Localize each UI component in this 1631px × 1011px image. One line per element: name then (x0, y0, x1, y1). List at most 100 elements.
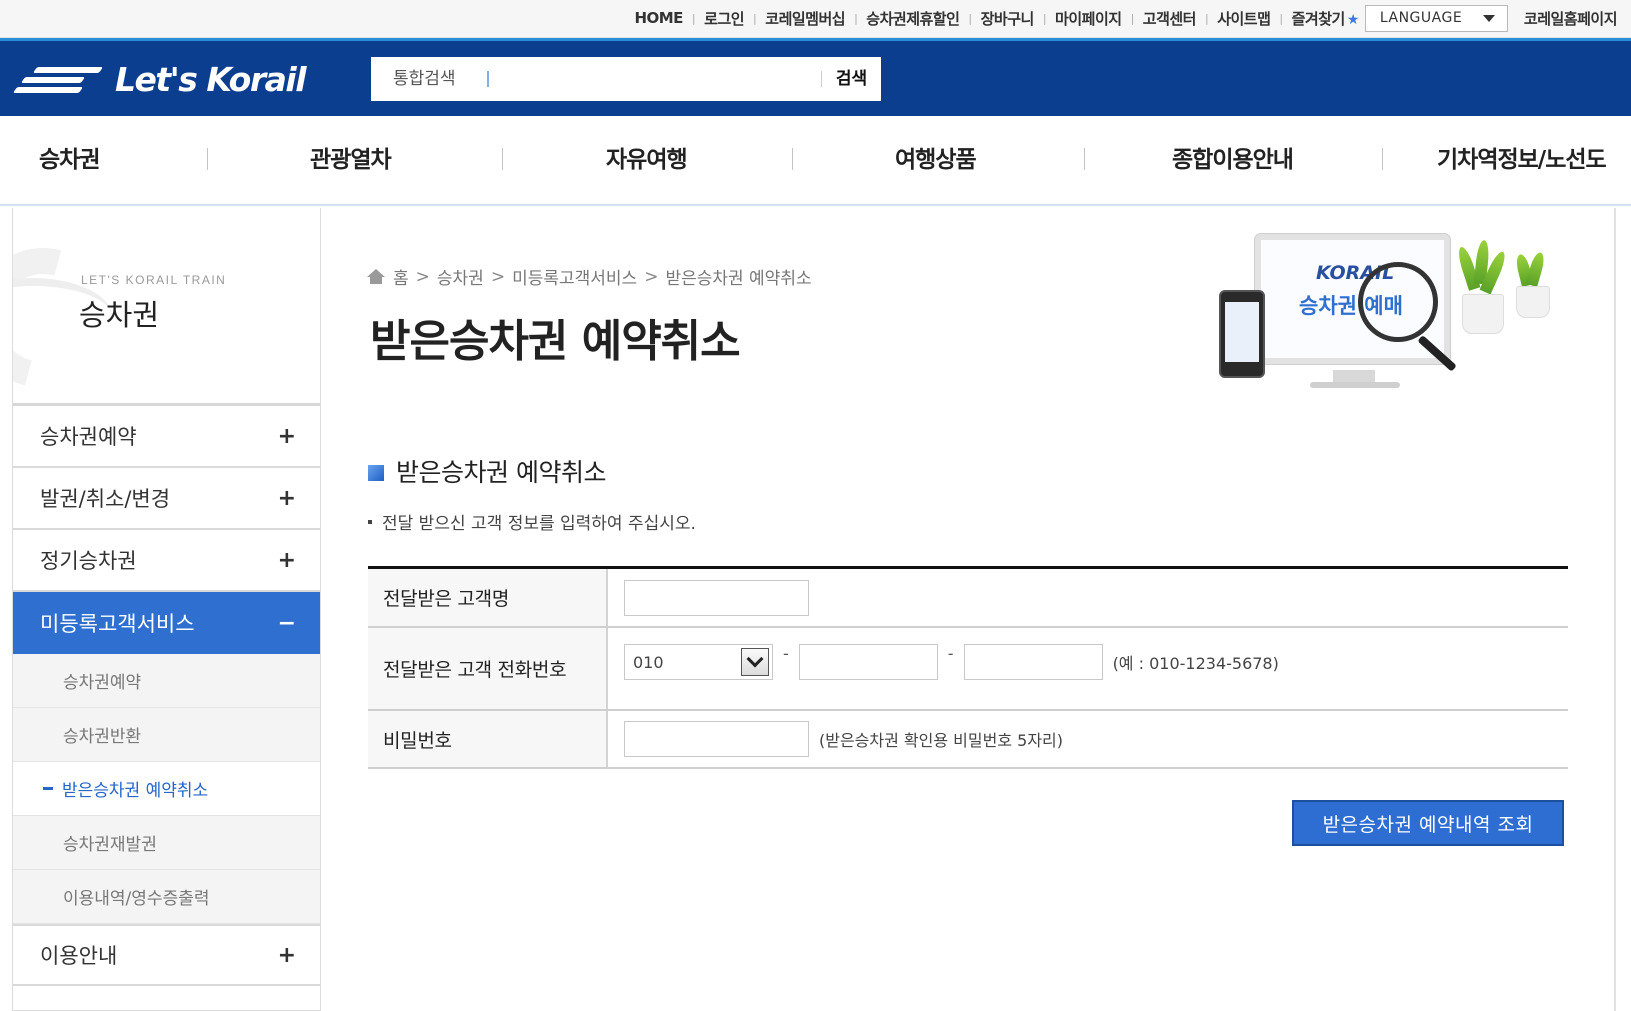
password-hint: (받은승차권 확인용 비밀번호 5자리) (819, 731, 1064, 750)
section-title-text: 받은승차권 예약취소 (396, 458, 606, 487)
favorites-label: 즐겨찾기 (1291, 9, 1346, 28)
sidebar-item-reservation[interactable]: 승차권예약 + (13, 406, 320, 468)
form-cell: 010 - - (예 : 010-1234-5678) (608, 628, 1568, 709)
sidebar-subitem-reservation[interactable]: 승차권예약 (13, 654, 320, 708)
plant-pot-icon (1462, 294, 1504, 334)
phone-hint: (예 : 010-1234-5678) (1112, 654, 1279, 673)
util-link-home[interactable]: HOME (634, 9, 683, 27)
sidebar: LET'S KORAIL TRAIN 승차권 승차권예약 + 발권/취소/변경 … (12, 208, 321, 1011)
breadcrumb-item[interactable]: 홈 (393, 264, 409, 289)
search-label: 통합검색 (393, 71, 489, 88)
section-bullet-icon (368, 465, 384, 481)
magnifier-icon (1358, 262, 1438, 342)
korail-logo[interactable]: Let's Korail (12, 60, 307, 99)
search-input[interactable] (497, 64, 821, 94)
util-link-membership[interactable]: 코레일멤버십 (765, 8, 845, 29)
cancel-form-table: 전달받은 고객명 전달받은 고객 전화번호 010 - - (예 : 010-1… (368, 566, 1568, 769)
util-link-favorites[interactable]: 즐겨찾기 ★ (1291, 8, 1360, 29)
hero-illustration: KORAIL 승차권 예매 (1200, 226, 1560, 406)
util-separator: | (1279, 11, 1283, 25)
plant-leaf-icon (1525, 251, 1547, 287)
phone-middle-input[interactable] (798, 644, 938, 680)
form-cell (608, 569, 1568, 626)
plus-icon: + (277, 423, 296, 449)
lookup-reservation-button[interactable]: 받은승차권 예약내역 조회 (1292, 800, 1564, 846)
utility-links: HOME | 로그인 | 코레일멤버십 | 승차권제휴할인 | 장바구니 | 마… (634, 0, 1618, 36)
page-title: 받은승차권 예약취소 (370, 316, 741, 367)
sidebar-item-label: 정기승차권 (40, 549, 137, 573)
phone-separator: - (783, 644, 789, 663)
sidebar-menu: 승차권예약 + 발권/취소/변경 + 정기승차권 + 미등록고객서비스 − 승차… (13, 406, 320, 986)
language-select[interactable]: LANGUAGE (1364, 4, 1508, 32)
sidebar-item-issue-cancel-change[interactable]: 발권/취소/변경 + (13, 468, 320, 530)
breadcrumb-item[interactable]: 미등록고객서비스 (512, 264, 637, 289)
sidebar-subitem-label: 받은승차권 예약취소 (62, 781, 209, 801)
home-icon[interactable] (367, 269, 385, 284)
util-link-discount[interactable]: 승차권제휴할인 (866, 8, 960, 29)
monitor-base (1310, 382, 1400, 388)
util-separator: | (1042, 11, 1047, 25)
sidebar-subitem-history-receipt[interactable]: 이용내역/영수증출력 (13, 870, 320, 924)
util-link-login[interactable]: 로그인 (704, 8, 744, 29)
util-separator: | (753, 11, 757, 25)
sidebar-header: LET'S KORAIL TRAIN 승차권 (13, 208, 320, 406)
chevron-right-icon: > (644, 266, 659, 287)
gnb-separator (1382, 148, 1383, 170)
phone-prefix-value: 010 (633, 652, 664, 672)
password-input[interactable] (624, 721, 809, 757)
phone-label: 전달받은 고객 전화번호 (368, 628, 608, 709)
gnb-item-station-info[interactable]: 기차역정보/노선도 (1437, 140, 1607, 174)
star-icon: ★ (1346, 11, 1360, 28)
gnb-item-tour-train[interactable]: 관광열차 (310, 140, 392, 174)
sidebar-item-usage-info[interactable]: 이용안내 + (13, 924, 320, 986)
section-title: 받은승차권 예약취소 (368, 453, 606, 489)
gnb-item-ticket[interactable]: 승차권 (39, 140, 100, 174)
sidebar-subitem-reissue[interactable]: 승차권재발권 (13, 816, 320, 870)
util-link-customer-center[interactable]: 고객센터 (1143, 8, 1197, 29)
gnb-separator (1084, 148, 1085, 170)
form-row-password: 비밀번호 (받은승차권 확인용 비밀번호 5자리) (368, 711, 1568, 769)
sidebar-subitem-refund[interactable]: 승차권반환 (13, 708, 320, 762)
bullet-icon (368, 519, 372, 524)
main-navigation: 승차권 관광열차 자유여행 여행상품 종합이용안내 기차역정보/노선도 (0, 116, 1631, 206)
util-link-korail-homepage[interactable]: 코레일홈페이지 (1524, 8, 1618, 29)
sidebar-item-label: 발권/취소/변경 (40, 487, 171, 511)
util-separator: | (1204, 11, 1209, 25)
phone-separator: - (947, 644, 954, 663)
sidebar-title: 승차권 (79, 298, 160, 332)
plus-icon: + (277, 942, 296, 968)
form-notice: 전달 받으신 고객 정보를 입력하여 주십시오. (368, 509, 696, 534)
gnb-item-travel-products[interactable]: 여행상품 (895, 140, 977, 174)
sidebar-item-label: 이용안내 (40, 944, 118, 968)
phone-last-input[interactable] (963, 644, 1103, 680)
chevron-right-icon: > (415, 266, 430, 287)
name-label: 전달받은 고객명 (368, 569, 608, 626)
sidebar-item-label: 미등록고객서비스 (40, 612, 195, 636)
breadcrumb-item[interactable]: 승차권 (437, 264, 484, 289)
header: Let's Korail 통합검색 검색 (0, 38, 1631, 116)
gnb-item-free-travel[interactable]: 자유여행 (606, 140, 688, 174)
form-cell: (받은승차권 확인용 비밀번호 5자리) (608, 711, 1568, 767)
chevron-right-icon: > (490, 266, 506, 287)
sidebar-item-label: 승차권예약 (40, 425, 137, 449)
language-label: LANGUAGE (1379, 10, 1463, 26)
sidebar-item-season-ticket[interactable]: 정기승차권 + (13, 530, 320, 592)
util-link-sitemap[interactable]: 사이트맵 (1217, 8, 1271, 29)
gnb-item-usage-guide[interactable]: 종합이용안내 (1172, 140, 1294, 174)
util-link-cart[interactable]: 장바구니 (981, 8, 1035, 29)
current-marker-icon (43, 787, 53, 790)
phone-prefix-select[interactable]: 010 (624, 644, 773, 680)
plus-icon: + (277, 547, 296, 573)
smartphone-icon (1219, 290, 1265, 378)
search-button[interactable]: 검색 (821, 71, 881, 88)
util-link-mypage[interactable]: 마이페이지 (1055, 8, 1122, 29)
password-label: 비밀번호 (368, 711, 608, 767)
breadcrumb: 홈 > 승차권 > 미등록고객서비스 > 받은승차권 예약취소 (367, 264, 812, 289)
logo-stripes-icon (12, 64, 105, 96)
gnb-separator (207, 148, 208, 170)
sidebar-subitem-received-cancel[interactable]: 받은승차권 예약취소 (13, 762, 320, 816)
dropdown-arrow-icon (1482, 14, 1495, 22)
sidebar-item-unregistered-service[interactable]: 미등록고객서비스 − (13, 592, 320, 654)
customer-name-input[interactable] (624, 579, 809, 616)
util-separator: | (854, 11, 858, 25)
